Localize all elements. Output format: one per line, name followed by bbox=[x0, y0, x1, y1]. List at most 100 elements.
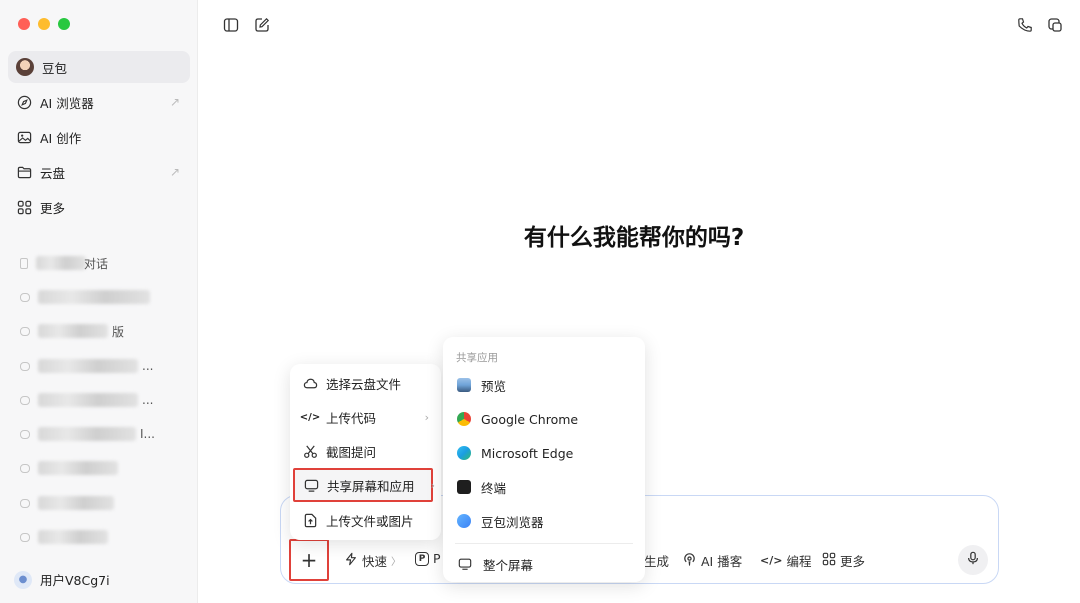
grid-icon bbox=[822, 552, 836, 569]
minimize-window-button[interactable] bbox=[38, 18, 50, 30]
tool-label: 快速 bbox=[362, 554, 388, 569]
external-link-icon: ↗ bbox=[169, 165, 180, 179]
menu-item-cloud-file[interactable]: 选择云盘文件 bbox=[290, 366, 441, 400]
chevron-right-icon: 〉 bbox=[391, 557, 402, 568]
conversation-title: I... bbox=[140, 427, 155, 441]
compass-icon bbox=[16, 94, 32, 110]
chevron-right-icon: › bbox=[424, 410, 429, 424]
submenu-title: 共享应用 bbox=[456, 352, 498, 364]
conversation-item[interactable] bbox=[8, 280, 190, 314]
redacted-text bbox=[38, 393, 138, 407]
window-mode-icon[interactable] bbox=[1046, 16, 1064, 34]
menu-item-screenshot-ask[interactable]: 截图提问 bbox=[290, 434, 441, 468]
sidebar-toggle-icon[interactable] bbox=[222, 16, 240, 34]
share-app-doubao-browser[interactable]: 豆包浏览器 bbox=[443, 505, 645, 537]
menu-item-label: 选择云盘文件 bbox=[326, 376, 402, 392]
tool-label: AI 播客 bbox=[701, 554, 743, 569]
redacted-text bbox=[38, 530, 108, 544]
share-app-edge[interactable]: Microsoft Edge bbox=[443, 437, 645, 469]
sidebar-item-label: AI 浏览器 bbox=[40, 95, 94, 111]
share-app-chrome[interactable]: Google Chrome bbox=[443, 403, 645, 435]
menu-item-share-screen[interactable]: 共享屏幕和应用 › bbox=[293, 468, 435, 502]
redacted-text bbox=[38, 290, 150, 304]
phone-icon bbox=[20, 257, 28, 269]
sidebar-item-doubao[interactable]: 豆包 bbox=[8, 51, 190, 83]
user-name: 用户V8Cg7i bbox=[40, 573, 110, 588]
sidebar-item-cloud-drive[interactable]: 云盘 ↗ bbox=[8, 156, 190, 188]
menu-item-label: 上传文件或图片 bbox=[326, 513, 414, 529]
sidebar-item-ai-browser[interactable]: AI 浏览器 ↗ bbox=[8, 86, 190, 118]
coding-button[interactable]: </> 编程 bbox=[760, 551, 811, 570]
new-chat-icon[interactable] bbox=[253, 16, 271, 34]
menu-item-upload-code[interactable]: </> 上传代码 › bbox=[290, 400, 441, 434]
user-profile[interactable]: ● 用户V8Cg7i bbox=[14, 570, 110, 589]
tool-label: 更多 bbox=[840, 554, 866, 569]
terminal-icon bbox=[457, 480, 471, 494]
conversation-item[interactable] bbox=[8, 451, 190, 485]
conversation-title: 对话 bbox=[84, 256, 109, 271]
chat-bubble-icon bbox=[20, 326, 30, 336]
avatar-icon bbox=[16, 58, 34, 76]
redacted-text bbox=[38, 461, 118, 475]
phone-call-icon[interactable] bbox=[1016, 16, 1034, 34]
attachment-menu: 选择云盘文件 </> 上传代码 › 截图提问 共享屏幕和应用 › 上传文件或图片 bbox=[290, 364, 441, 540]
close-window-button[interactable] bbox=[18, 18, 30, 30]
cloud-icon bbox=[302, 375, 318, 391]
app-label: 终端 bbox=[481, 480, 507, 496]
page-title: 有什么我能帮你的吗? bbox=[523, 225, 745, 251]
app-label: 预览 bbox=[481, 378, 507, 394]
conversation-item[interactable] bbox=[8, 486, 190, 520]
quick-mode-button[interactable]: 快速 〉 bbox=[344, 551, 401, 570]
redacted-text bbox=[38, 427, 136, 441]
conversation-item[interactable]: ... bbox=[8, 349, 190, 383]
conversation-item[interactable]: 版 bbox=[8, 314, 190, 348]
share-entire-screen[interactable]: 整个屏幕 bbox=[443, 548, 645, 580]
edge-icon bbox=[457, 446, 471, 460]
app-label: Microsoft Edge bbox=[481, 445, 574, 461]
redacted-text bbox=[36, 256, 86, 270]
conversation-title: 版 bbox=[112, 324, 125, 339]
menu-item-label: 共享屏幕和应用 bbox=[327, 478, 415, 494]
user-avatar-icon: ● bbox=[14, 570, 32, 589]
sidebar-item-ai-create[interactable]: AI 创作 bbox=[8, 121, 190, 153]
plus-icon: + bbox=[300, 548, 318, 572]
add-attachment-button[interactable]: + bbox=[289, 539, 329, 581]
chat-bubble-icon bbox=[20, 532, 30, 542]
sidebar-item-label: AI 创作 bbox=[40, 130, 82, 146]
chat-bubble-icon bbox=[20, 361, 30, 371]
conversation-item[interactable]: ... bbox=[8, 383, 190, 417]
doubao-browser-icon bbox=[457, 514, 471, 528]
share-app-terminal[interactable]: 终端 bbox=[443, 471, 645, 503]
conversation-item[interactable] bbox=[8, 520, 190, 554]
window-controls bbox=[18, 18, 70, 30]
image-icon bbox=[16, 129, 32, 145]
ai-podcast-button[interactable]: AI 播客 bbox=[682, 551, 742, 570]
divider bbox=[455, 543, 633, 544]
chat-bubble-icon bbox=[20, 498, 30, 508]
redacted-text bbox=[38, 324, 108, 338]
generate-tool-button[interactable]: 生成 bbox=[644, 551, 669, 570]
chat-bubble-icon bbox=[20, 292, 30, 302]
code-icon: </> bbox=[760, 554, 783, 567]
share-app-preview[interactable]: 预览 bbox=[443, 369, 645, 401]
chrome-icon bbox=[457, 412, 471, 426]
microphone-button[interactable] bbox=[958, 545, 988, 575]
upload-icon bbox=[302, 512, 318, 528]
redacted-text bbox=[38, 496, 114, 510]
menu-item-upload-file[interactable]: 上传文件或图片 bbox=[290, 503, 441, 537]
conversation-item[interactable]: I... bbox=[8, 417, 190, 451]
chat-bubble-icon bbox=[20, 429, 30, 439]
podcast-icon bbox=[682, 552, 697, 570]
menu-item-label: 上传代码 bbox=[326, 410, 377, 426]
sidebar-item-label: 更多 bbox=[40, 200, 66, 216]
tool-label: 编程 bbox=[786, 554, 812, 569]
app-label: Google Chrome bbox=[481, 411, 579, 427]
zoom-window-button[interactable] bbox=[58, 18, 70, 30]
chat-bubble-icon bbox=[20, 395, 30, 405]
more-tools-button[interactable]: 更多 bbox=[822, 551, 865, 570]
microphone-icon bbox=[966, 551, 980, 569]
p-tool-button[interactable]: P P bbox=[415, 551, 441, 566]
chevron-right-icon: › bbox=[430, 478, 435, 492]
preview-app-icon bbox=[457, 378, 471, 392]
app-label: 豆包浏览器 bbox=[481, 514, 544, 530]
